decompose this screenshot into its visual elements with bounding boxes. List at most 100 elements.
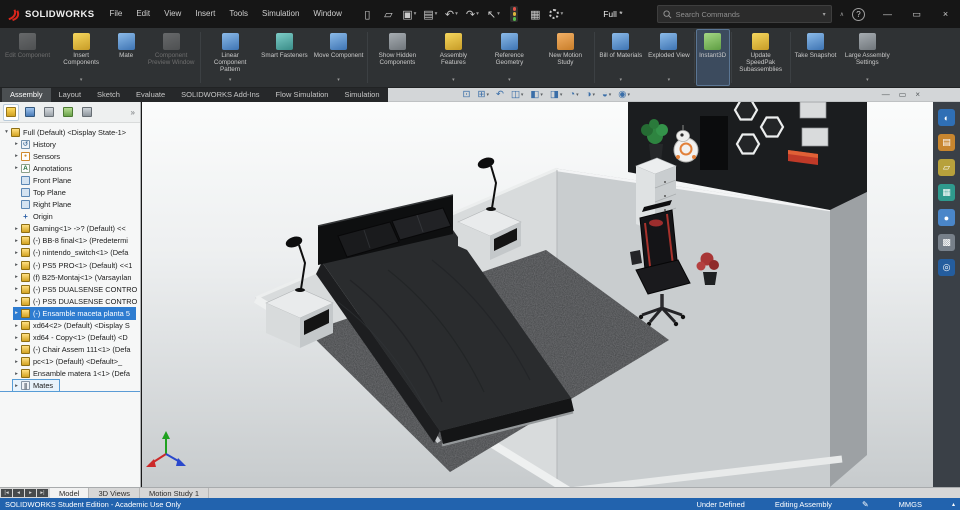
tree-item-ensamble-maceta-planta-5[interactable]: ▸ (-) Ensamble maceta planta 5 <box>0 307 140 320</box>
tree-item-mates[interactable]: ▸ ∥ Mates <box>0 378 140 393</box>
file-properties-icon[interactable]: ▦ <box>527 4 544 24</box>
select-icon[interactable]: ↖ ▾ <box>485 4 502 24</box>
tree-item-origin[interactable]: + Origin <box>0 211 140 223</box>
tab-sketch[interactable]: Sketch <box>89 88 128 102</box>
redo-icon[interactable]: ↷ ▾ <box>464 4 481 24</box>
tab-scroll-last-button[interactable]: ▸| <box>37 489 48 497</box>
expand-arrow-icon[interactable]: ▸ <box>13 238 20 244</box>
expand-arrow-icon[interactable]: ▸ <box>13 310 20 316</box>
print-icon[interactable]: ▤ ▾ <box>422 4 439 24</box>
tree-item-pc-1-default-default[interactable]: ▸ pc<1> (Default) <Default>_ <box>0 356 140 368</box>
minimize-button[interactable]: — <box>873 0 902 28</box>
menu-tools[interactable]: Tools <box>222 0 255 28</box>
expand-arrow-icon[interactable]: ▸ <box>13 347 20 353</box>
new-document-icon[interactable]: ▯ <box>359 4 376 24</box>
tab-scroll-next-button[interactable]: ▸ <box>25 489 36 497</box>
expand-arrow-icon[interactable]: ▸ <box>13 298 20 304</box>
featuremanager-tree-tab[interactable] <box>3 103 19 121</box>
expand-arrow-icon[interactable]: ▸ <box>13 165 20 171</box>
tab-scroll-first-button[interactable]: |◂ <box>1 489 12 497</box>
tab-layout[interactable]: Layout <box>51 88 90 102</box>
tab-scroll-prev-button[interactable]: ◂ <box>13 489 24 497</box>
display-style-icon[interactable]: ◨ ▾ <box>550 89 563 100</box>
tab-solidworks-add-ins[interactable]: SOLIDWORKS Add-Ins <box>173 88 267 102</box>
tree-item-full-default-display-state-1[interactable]: ▾ Full (Default) <Display State-1> <box>0 126 140 138</box>
apply-scene-icon[interactable]: ◒ ▾ <box>602 89 611 100</box>
ribbon-bill-of-materials-button[interactable]: Bill of Materials ▾ <box>596 29 645 86</box>
undo-icon[interactable]: ↶ ▾ <box>443 4 460 24</box>
help-icon[interactable]: ? <box>852 7 865 21</box>
open-document-icon[interactable]: ▱ <box>380 4 397 24</box>
expand-arrow-icon[interactable]: ▸ <box>13 286 20 292</box>
appearances-scenes-icon[interactable]: ● <box>938 209 955 226</box>
tree-item-f-b25-montaj-1-varsay-lan[interactable]: ▸ (f) B25-Montaj<1> (Varsayılan <box>0 271 140 283</box>
ribbon-smart-fasteners-button[interactable]: Smart Fasteners <box>258 29 311 86</box>
tree-item-bb-8-final-1-predetermi[interactable]: ▸ (-) BB-8 final<1> (Predetermi <box>0 235 140 247</box>
tree-item-xd64-2-default-display-s[interactable]: ▸ xd64<2> (Default) <Display S <box>0 320 140 332</box>
document-close-button[interactable]: × <box>915 90 920 99</box>
tree-item-annotations[interactable]: ▸ A Annotations <box>0 162 140 174</box>
expand-arrow-icon[interactable]: ▸ <box>13 153 20 159</box>
ribbon-show-hidden-components-button[interactable]: Show Hidden Components <box>369 29 425 86</box>
ribbon-instant3d-button[interactable]: Instant3D <box>695 29 730 86</box>
manager-tabs-overflow-icon[interactable]: » <box>131 108 137 117</box>
graphics-area[interactable] <box>142 102 933 487</box>
menu-file[interactable]: File <box>102 0 129 28</box>
document-minimize-button[interactable]: — <box>882 90 890 99</box>
ribbon-linear-component-pattern-button[interactable]: Linear Component Pattern ▾ <box>202 29 258 86</box>
dimxpertmanager-tab[interactable] <box>60 104 76 121</box>
ribbon-reference-geometry-button[interactable]: Reference Geometry ▾ <box>481 29 537 86</box>
section-view-icon[interactable]: ◫ ▾ <box>511 89 524 100</box>
view-orientation-icon[interactable]: ◧ ▾ <box>530 89 543 100</box>
doc-tab-3d-views[interactable]: 3D Views <box>89 488 140 498</box>
expand-arrow-icon[interactable]: ▸ <box>13 359 20 365</box>
tree-item-xd64-copy-1-default-d[interactable]: ▸ xd64 - Copy<1> (Default) <D <box>0 332 140 344</box>
search-dropdown-icon[interactable]: ▾ <box>823 11 826 18</box>
menu-insert[interactable]: Insert <box>188 0 222 28</box>
file-explorer-icon[interactable]: ▱ <box>938 159 955 176</box>
displaymanager-tab[interactable] <box>79 104 95 121</box>
custom-properties-icon[interactable]: ▩ <box>938 234 955 251</box>
ribbon-update-speedpak-subassemblies-button[interactable]: Update SpeedPak Subassemblies <box>733 29 789 86</box>
tree-item-top-plane[interactable]: Top Plane <box>0 186 140 198</box>
zoom-to-fit-icon[interactable]: ⊡ <box>463 89 471 100</box>
solidworks-resources-icon[interactable]: ◐ <box>938 109 955 126</box>
expand-arrow-icon[interactable]: ▸ <box>13 323 20 329</box>
search-input[interactable] <box>675 9 819 19</box>
edit-appearance-icon[interactable]: ◑ ▾ <box>586 89 595 100</box>
expand-arrow-icon[interactable]: ▾ <box>3 129 10 135</box>
ribbon-new-motion-study-button[interactable]: New Motion Study <box>537 29 593 86</box>
close-button[interactable]: × <box>931 0 960 28</box>
view-settings-icon[interactable]: ◉ ▾ <box>618 89 630 100</box>
ribbon-exploded-view-button[interactable]: Exploded View ▾ <box>645 29 693 86</box>
menu-view[interactable]: View <box>157 0 188 28</box>
configurationmanager-tab[interactable] <box>41 104 57 121</box>
status-expand-icon[interactable]: ▴ <box>952 501 955 508</box>
rebuild-traffic-light-icon[interactable] <box>506 4 523 24</box>
ribbon-insert-components-button[interactable]: Insert Components ▾ <box>53 29 109 86</box>
zoom-to-area-icon[interactable]: ⊞ ▾ <box>477 89 488 100</box>
tree-item-ensamble-matera-1-1-defa[interactable]: ▸ Ensamble matera 1<1> (Defa <box>0 368 140 380</box>
ribbon-take-snapshot-button[interactable]: Take Snapshot <box>792 29 840 86</box>
tree-item-front-plane[interactable]: Front Plane <box>0 174 140 186</box>
menu-edit[interactable]: Edit <box>129 0 157 28</box>
tree-item-gaming-1-default[interactable]: ▸ Gaming<1> ->? (Default) << <box>0 223 140 235</box>
options-gear-icon[interactable]: ▾ <box>548 4 565 24</box>
tree-item-right-plane[interactable]: Right Plane <box>0 199 140 211</box>
save-icon[interactable]: ▣ ▾ <box>401 4 418 24</box>
expand-arrow-icon[interactable]: ▸ <box>13 335 20 341</box>
collapse-ribbon-icon[interactable]: ∧ <box>840 11 844 18</box>
tree-item-chair-assem-111-1-defa[interactable]: ▸ (-) Chair Assem 111<1> (Defa <box>0 344 140 356</box>
search-box[interactable]: ▾ <box>656 5 832 23</box>
previous-view-icon[interactable]: ↶ <box>496 89 504 100</box>
expand-arrow-icon[interactable]: ▸ <box>13 226 20 232</box>
ribbon-large-assembly-settings-button[interactable]: Large Assembly Settings ▾ <box>839 29 895 86</box>
expand-arrow-icon[interactable]: ▸ <box>13 262 20 268</box>
menu-window[interactable]: Window <box>306 0 348 28</box>
tab-flow-simulation[interactable]: Flow Simulation <box>268 88 337 102</box>
hide-show-items-icon[interactable]: ◔ ▾ <box>569 89 578 100</box>
doc-tab-motion-study-1[interactable]: Motion Study 1 <box>140 488 210 498</box>
status-units[interactable]: MMGS <box>899 500 922 509</box>
tab-simulation[interactable]: Simulation <box>336 88 387 102</box>
document-restore-button[interactable]: ▭ <box>899 90 907 99</box>
